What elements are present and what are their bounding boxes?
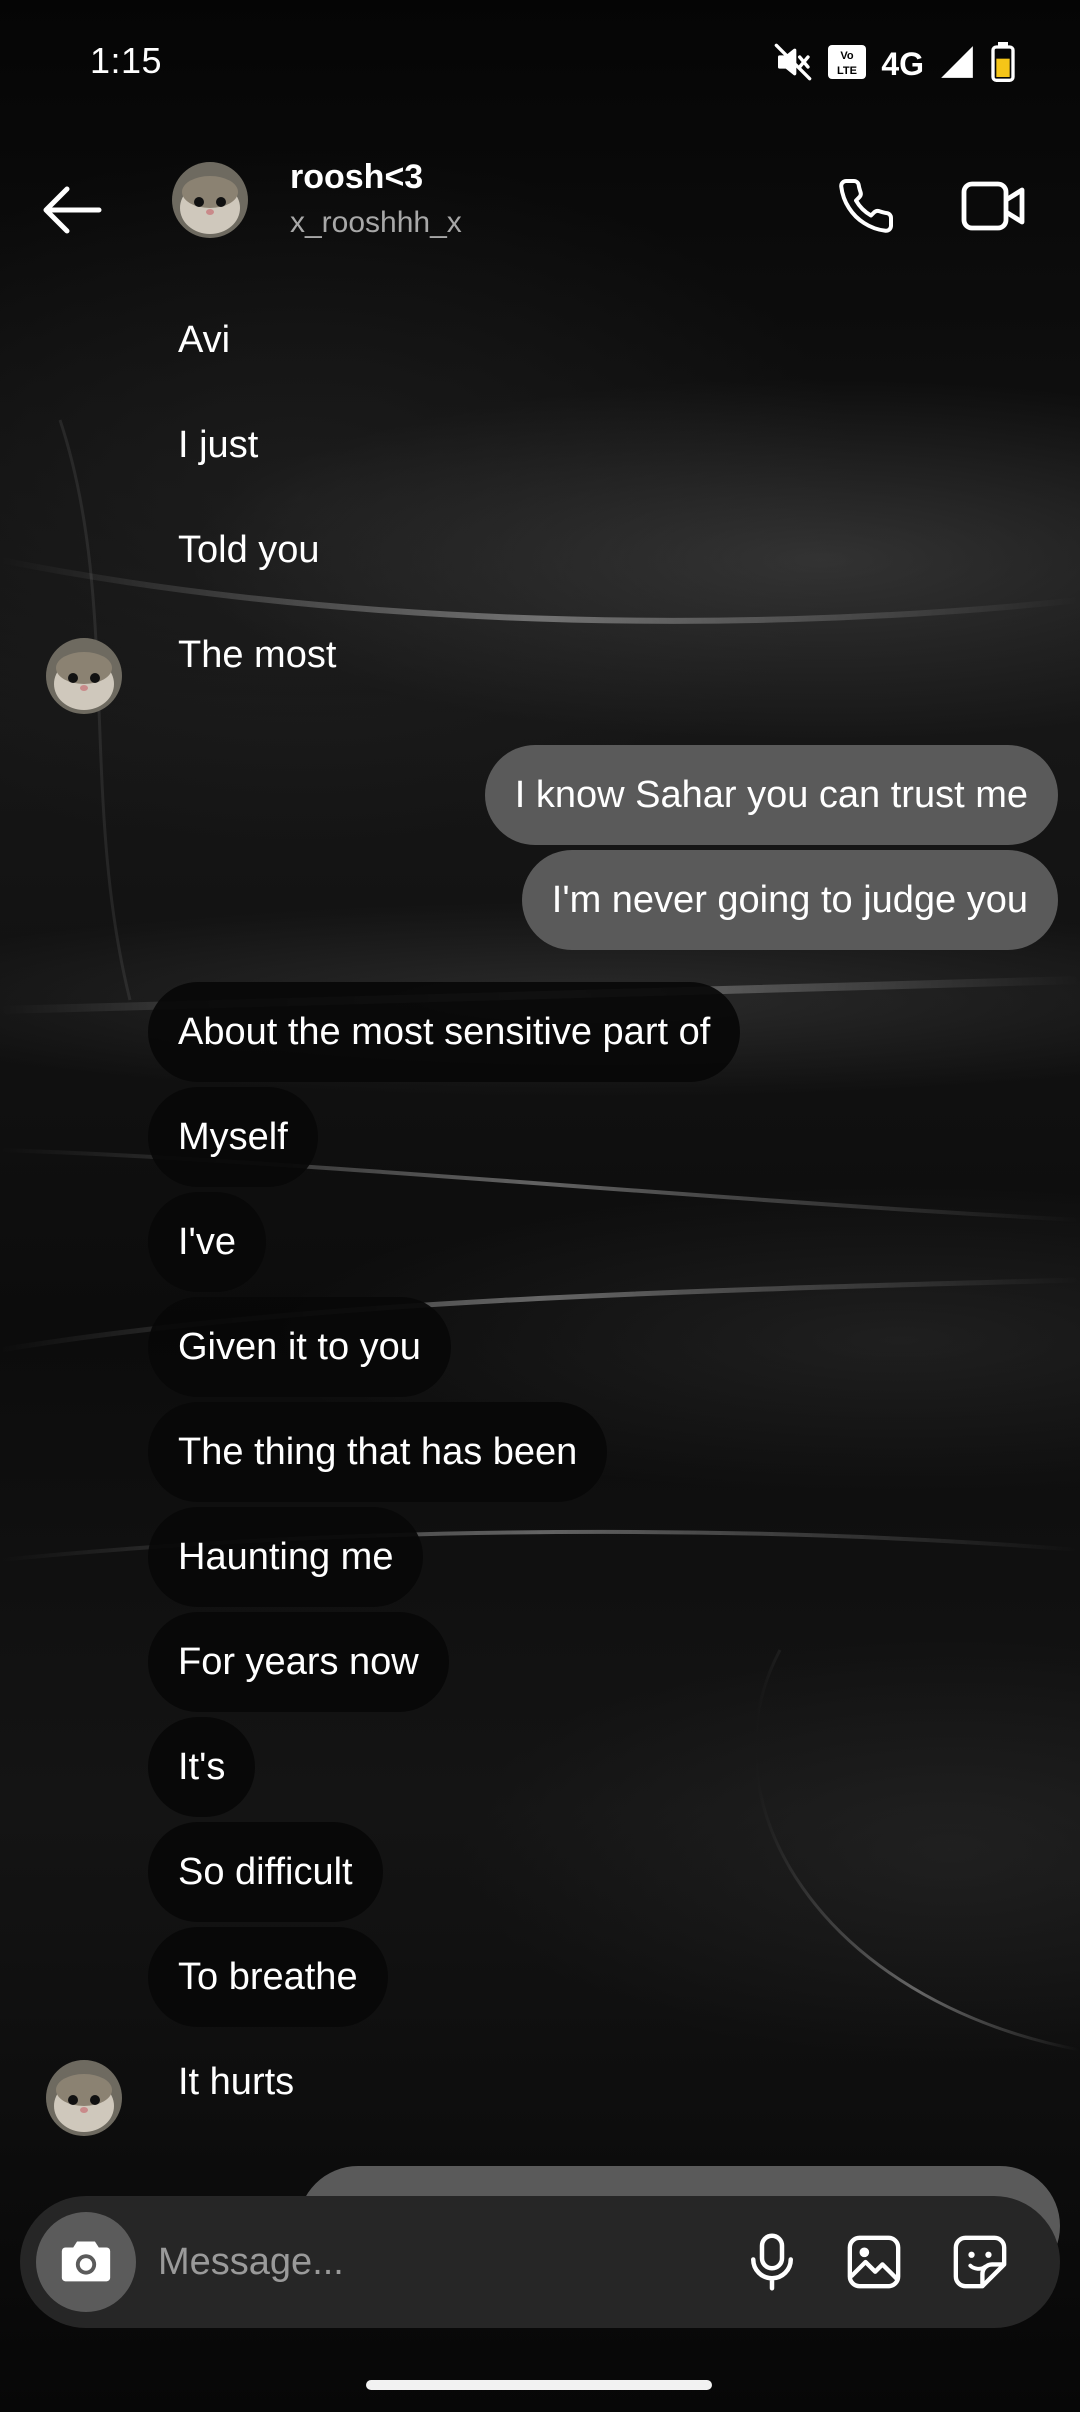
microphone-icon [751,2233,793,2291]
phone-icon [839,178,894,233]
message-incoming[interactable]: Told you [148,500,350,600]
signal-icon [938,43,976,86]
message-incoming[interactable]: Avi [148,290,260,390]
message-incoming[interactable]: Haunting me [148,1507,424,1607]
camera-button[interactable] [36,2212,136,2312]
sender-avatar[interactable] [46,2060,122,2136]
message-incoming[interactable]: Myself [148,1087,318,1187]
voice-call-button[interactable] [826,166,906,246]
home-indicator[interactable] [366,2380,712,2390]
gallery-icon [847,2235,901,2289]
message-incoming[interactable]: The thing that has been [148,1402,608,1502]
message-list: Avi I just Told you The most I know Saha… [0,290,1080,2190]
volte-icon: Vo LTE [827,44,867,85]
camera-icon [61,2241,111,2282]
message-incoming[interactable]: It's [148,1717,256,1817]
message-incoming[interactable]: I just [148,395,288,495]
video-camera-icon [961,181,1025,231]
battery-icon [990,42,1016,87]
message-incoming[interactable]: About the most sensitive part of [148,982,741,1082]
message-incoming[interactable]: To breathe [148,1927,388,2027]
message-outgoing[interactable]: I'm never going to judge you [521,850,1058,950]
network-type: 4G [881,46,924,82]
chat-header: roosh<3 x_rooshhh_x [0,140,1080,270]
message-incoming[interactable]: For years now [148,1612,449,1712]
voice-message-button[interactable] [732,2222,812,2302]
status-time: 1:15 [90,40,163,81]
message-incoming[interactable]: I've [148,1192,266,1292]
status-bar: 1:15 Vo LTE 4G [0,0,1080,120]
message-incoming[interactable]: The most [148,605,366,705]
video-call-button[interactable] [954,166,1034,246]
message-input[interactable] [158,2222,718,2302]
svg-text:Vo: Vo [841,50,855,62]
contact-name[interactable]: roosh<3 [290,158,423,197]
contact-avatar[interactable] [172,162,248,238]
message-incoming[interactable]: So difficult [148,1822,383,1922]
gallery-button[interactable] [834,2222,914,2302]
mute-icon [773,42,813,87]
svg-text:LTE: LTE [837,65,857,77]
message-outgoing[interactable]: I know Sahar you can trust me [484,745,1058,845]
sticker-icon [953,2235,1007,2289]
contact-handle[interactable]: x_rooshhh_x [290,206,462,240]
back-arrow-icon [43,186,102,234]
sticker-button[interactable] [940,2222,1020,2302]
back-button[interactable] [32,170,112,250]
message-incoming[interactable]: Given it to you [148,1297,451,1397]
status-icons: Vo LTE 4G [773,42,1016,87]
message-incoming[interactable]: It hurts [148,2032,324,2132]
sender-avatar[interactable] [46,638,122,714]
message-composer [20,2196,1060,2328]
